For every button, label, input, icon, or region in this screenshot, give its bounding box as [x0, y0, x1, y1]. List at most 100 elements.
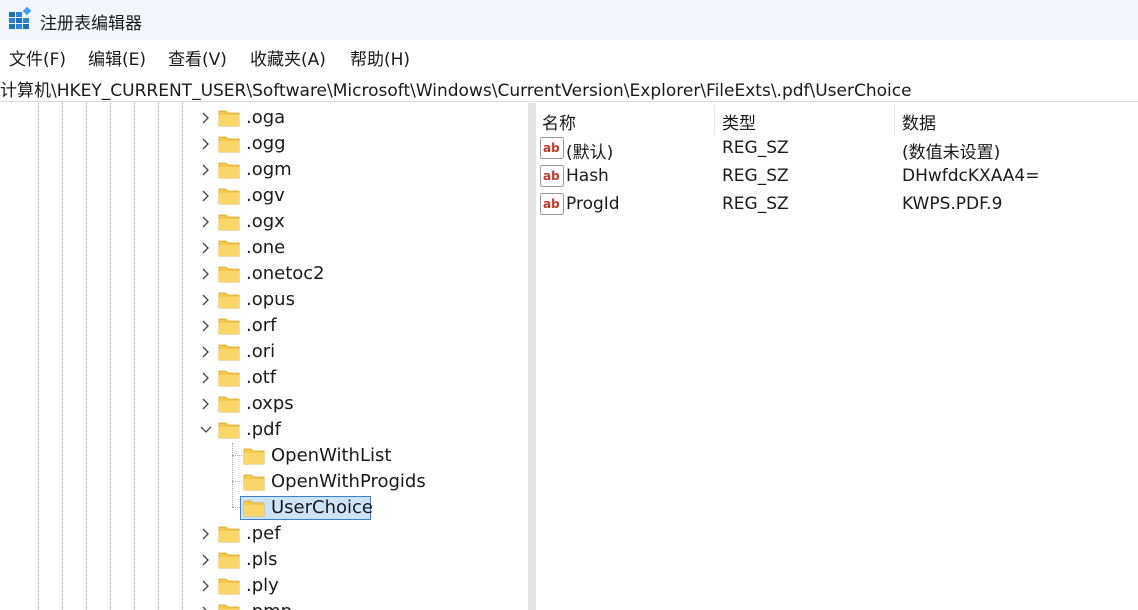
chevron-right-icon[interactable] [200, 164, 212, 176]
value-type: REG_SZ [722, 194, 789, 214]
tree-node[interactable]: OpenWithList [0, 443, 528, 469]
svg-text:ab: ab [543, 197, 560, 211]
menu-view[interactable]: 查看(V) [168, 45, 227, 70]
tree-node[interactable]: .ori [0, 339, 528, 365]
regedit-icon [9, 7, 32, 29]
column-divider[interactable] [714, 105, 715, 135]
tree-node[interactable]: .opus [0, 287, 528, 313]
tree-node-label: OpenWithList [271, 445, 392, 466]
chevron-right-icon[interactable] [200, 112, 212, 124]
tree-node-label: .pef [246, 523, 281, 544]
tree-node-label: .ori [246, 341, 276, 362]
value-row[interactable]: ab (默认) REG_SZ (数值未设置) [536, 135, 1138, 163]
folder-icon [218, 162, 240, 179]
window-title: 注册表编辑器 [40, 14, 142, 34]
chevron-right-icon[interactable] [200, 398, 212, 410]
chevron-right-icon[interactable] [200, 346, 212, 358]
tree-node[interactable]: .one [0, 235, 528, 261]
chevron-right-icon[interactable] [200, 320, 212, 332]
tree-node-label: UserChoice [271, 497, 373, 518]
value-row[interactable]: ab ProgId REG_SZ KWPS.PDF.9 [536, 191, 1138, 219]
folder-icon [218, 136, 240, 153]
tree-node-label: .ogv [246, 185, 285, 206]
folder-icon [218, 526, 240, 543]
title-bar: 注册表编辑器 [0, 0, 1138, 40]
chevron-right-icon[interactable] [200, 554, 212, 566]
chevron-right-icon[interactable] [200, 372, 212, 384]
folder-icon [218, 422, 240, 439]
tree-node[interactable]: .oga [0, 105, 528, 131]
chevron-right-icon[interactable] [200, 294, 212, 306]
chevron-right-icon[interactable] [200, 242, 212, 254]
folder-icon [243, 474, 265, 491]
tree-node-label: .ogx [246, 211, 285, 232]
folder-icon [218, 318, 240, 335]
chevron-right-icon[interactable] [200, 190, 212, 202]
chevron-right-icon[interactable] [200, 580, 212, 592]
string-value-icon: ab [540, 137, 564, 159]
tree-node[interactable]: .orf [0, 313, 528, 339]
chevron-right-icon[interactable] [200, 528, 212, 540]
column-header-name[interactable]: 名称 [542, 109, 576, 134]
folder-icon [218, 292, 240, 309]
folder-icon [218, 266, 240, 283]
value-data: KWPS.PDF.9 [902, 194, 1003, 214]
menu-favorites[interactable]: 收藏夹(A) [250, 45, 326, 70]
chevron-right-icon[interactable] [200, 606, 212, 610]
tree-node-label: .ogm [246, 159, 292, 180]
folder-icon [218, 110, 240, 127]
folder-icon [218, 552, 240, 569]
tree-node[interactable]: OpenWithProgids [0, 469, 528, 495]
tree-node-label: .opus [246, 289, 295, 310]
value-row[interactable]: ab Hash REG_SZ DHwfdcKXAA4= [536, 163, 1138, 191]
tree-node[interactable]: .oxps [0, 391, 528, 417]
tree-node-label: .onetoc2 [246, 263, 325, 284]
chevron-right-icon[interactable] [200, 268, 212, 280]
tree-node[interactable]: .ogg [0, 131, 528, 157]
tree-node[interactable]: .pls [0, 547, 528, 573]
tree-node[interactable]: .ogv [0, 183, 528, 209]
tree-node-label: .oga [246, 107, 286, 128]
chevron-right-icon[interactable] [200, 216, 212, 228]
string-value-icon: ab [540, 165, 564, 187]
chevron-down-icon[interactable] [200, 424, 212, 436]
tree-node[interactable]: .ogm [0, 157, 528, 183]
tree-node[interactable]: .otf [0, 365, 528, 391]
value-name: (默认) [566, 143, 614, 163]
pane-splitter[interactable] [528, 103, 536, 610]
menu-file[interactable]: 文件(F) [9, 45, 66, 70]
folder-icon [218, 578, 240, 595]
string-value-icon: ab [540, 193, 564, 215]
tree-node[interactable]: UserChoice [0, 495, 528, 521]
tree-node[interactable]: .pmp [0, 599, 528, 610]
folder-icon [243, 500, 265, 517]
tree-node-label: .orf [246, 315, 277, 336]
tree-node[interactable]: .pdf [0, 417, 528, 443]
tree-node[interactable]: .onetoc2 [0, 261, 528, 287]
folder-icon [218, 370, 240, 387]
values-list[interactable]: 名称 类型 数据 ab (默认) REG_SZ (数值未设置) ab Hash … [536, 103, 1138, 610]
svg-text:ab: ab [543, 141, 560, 155]
folder-icon [218, 604, 240, 610]
tree-node-label: .one [246, 237, 286, 258]
value-type: REG_SZ [722, 166, 789, 186]
column-header-type[interactable]: 类型 [722, 109, 756, 134]
menu-edit[interactable]: 编辑(E) [88, 45, 146, 70]
value-name: Hash [566, 166, 609, 186]
tree-node-label: .pls [246, 549, 278, 570]
tree-node[interactable]: .ply [0, 573, 528, 599]
key-tree[interactable]: .oga .ogg .ogm .ogv .ogx .one .onetoc2 .opus .or… [0, 103, 528, 610]
folder-icon [243, 448, 265, 465]
menu-help[interactable]: 帮助(H) [350, 45, 410, 70]
tree-node[interactable]: .pef [0, 521, 528, 547]
value-data: (数值未设置) [902, 143, 1001, 163]
folder-icon [218, 240, 240, 257]
address-path[interactable]: 计算机\HKEY_CURRENT_USER\Software\Microsoft… [0, 76, 912, 101]
tree-node[interactable]: .ogx [0, 209, 528, 235]
column-header-data[interactable]: 数据 [902, 109, 936, 134]
column-divider[interactable] [894, 105, 895, 135]
chevron-right-icon[interactable] [200, 138, 212, 150]
address-bar[interactable]: 计算机\HKEY_CURRENT_USER\Software\Microsoft… [0, 72, 1138, 102]
value-data: DHwfdcKXAA4= [902, 166, 1040, 186]
menu-bar: 文件(F) 编辑(E) 查看(V) 收藏夹(A) 帮助(H) [0, 40, 1138, 72]
